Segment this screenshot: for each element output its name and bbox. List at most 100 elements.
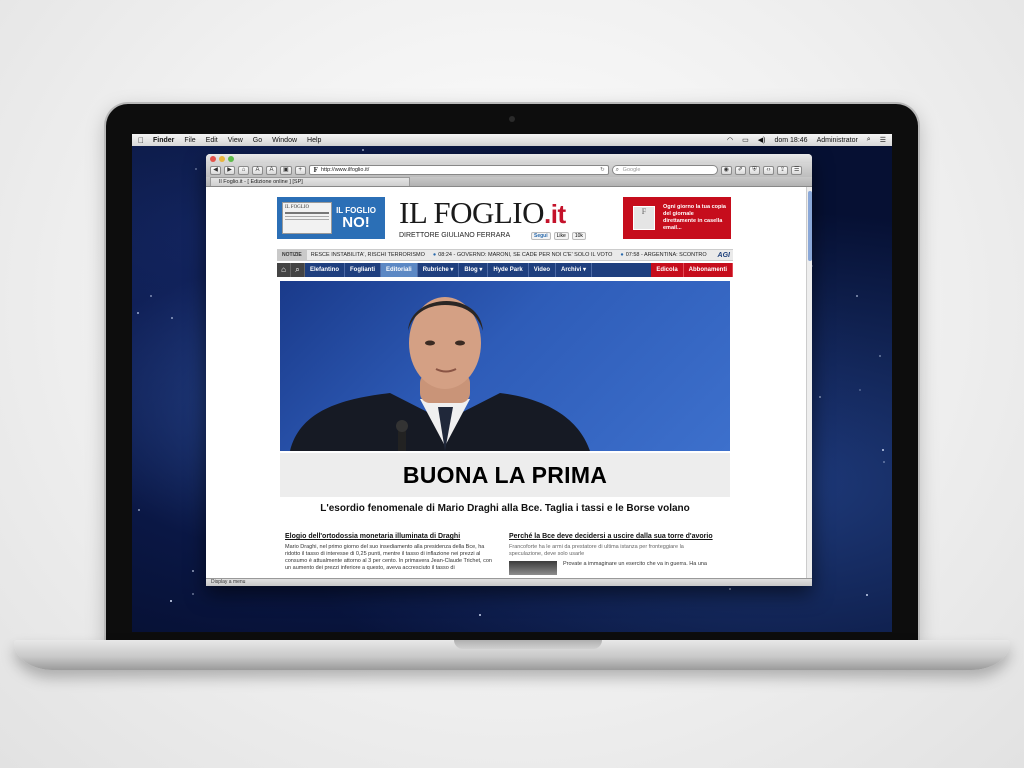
envelope-icon: F	[633, 206, 655, 230]
search-input[interactable]: Google	[611, 165, 718, 175]
menu-go[interactable]: Go	[253, 137, 262, 144]
nav-video[interactable]: Video	[529, 263, 556, 277]
home-icon[interactable]: ⌂	[238, 165, 249, 175]
close-button[interactable]	[210, 156, 216, 162]
star	[171, 317, 174, 320]
zoom-button[interactable]	[228, 156, 234, 162]
star	[169, 599, 172, 602]
tab-ilfoglio[interactable]: Il Foglio.it - [ Edizione online ] [SP]	[210, 177, 410, 186]
page-viewport: IL FOGLIO IL FOGLIO NO! IL FOGLIO.it DIR…	[206, 187, 806, 578]
menu-window[interactable]: Window	[272, 137, 297, 144]
menu-finder[interactable]: Finder	[153, 137, 174, 144]
ad-right-text: Ogni giorno la tua copia del giornale di…	[663, 204, 726, 231]
article-right-title[interactable]: Perché la Bce deve decidersi a uscire da…	[509, 533, 717, 541]
forward-button[interactable]: ▶	[224, 165, 235, 175]
share-icon[interactable]: ⇪	[776, 165, 788, 175]
ticker-item[interactable]: ● 08:24 - GOVERNO: MARONI, SE CADE PER NO…	[433, 252, 613, 258]
ad-subscribe-email[interactable]: F Ogni giorno la tua copia del giornale …	[623, 197, 731, 239]
list-icon[interactable]: ☰	[880, 136, 886, 144]
nav-elefantino[interactable]: Elefantino	[305, 263, 346, 277]
star	[192, 593, 195, 596]
menu-file[interactable]: File	[184, 137, 195, 144]
settings-icon[interactable]: ☰	[790, 165, 803, 175]
article-left: Elogio dell'ortodossia monetaria illumin…	[285, 533, 493, 572]
star	[866, 593, 869, 596]
url-text: http://www.ilfoglio.it/	[320, 167, 370, 173]
address-bar[interactable]: F http://www.ilfoglio.it/ ↻	[308, 165, 609, 175]
ticker-item[interactable]: ● 07:58 - ARGENTINA: SCONTRO	[620, 252, 706, 258]
add-bookmark-button[interactable]: +	[294, 165, 306, 175]
main-subhead[interactable]: L'esordio fenomenale di Mario Draghi all…	[280, 503, 730, 514]
follow-button[interactable]: Segui	[531, 232, 551, 240]
menu-help[interactable]: Help	[307, 137, 321, 144]
trackpad-notch	[454, 640, 602, 649]
logo-ext: .it	[544, 199, 566, 229]
search-icon[interactable]: ⌕	[291, 263, 305, 277]
ticker-text: 08:24 - GOVERNO: MARONI, SE CADE PER NOI…	[438, 252, 613, 258]
stamp-letter: F	[641, 207, 647, 216]
nav-blog[interactable]: Blog ▾	[459, 263, 489, 277]
star	[194, 167, 197, 170]
menu-view[interactable]: View	[228, 137, 243, 144]
nav-edicola[interactable]: Edicola	[651, 263, 684, 277]
star	[859, 389, 862, 392]
nav-hyde-park[interactable]: Hyde Park	[488, 263, 529, 277]
article-right-summary: Francoforte ha le armi da prestatore di …	[509, 544, 684, 557]
laptop-lid:  Finder File Edit View Go Window Help ◠…	[106, 104, 918, 644]
webcam	[509, 116, 515, 122]
nav-archivi[interactable]: Archivi ▾	[556, 263, 593, 277]
spotlight-icon[interactable]: ⌕	[867, 136, 871, 144]
clock[interactable]: dom 18:46	[774, 137, 807, 144]
portrait-illustration	[290, 297, 590, 451]
nav-foglianti[interactable]: Foglianti	[345, 263, 382, 277]
star	[138, 509, 141, 512]
article-left-title[interactable]: Elogio dell'ortodossia monetaria illumin…	[285, 533, 493, 541]
window-controls	[210, 156, 234, 162]
hero-photo[interactable]	[280, 281, 730, 451]
text-bigger-button[interactable]: A	[266, 165, 277, 175]
menu-edit[interactable]: Edit	[206, 137, 218, 144]
extension-icon[interactable]: ✐	[734, 165, 746, 175]
like-button[interactable]: Like	[553, 232, 569, 240]
ticker-item[interactable]: RESCE INSTABILITA', RISCHI TERRORISMO	[311, 252, 425, 258]
screenshot-icon[interactable]: ▣	[280, 165, 292, 175]
main-headline[interactable]: BUONA LA PRIMA	[280, 453, 730, 497]
star	[362, 148, 365, 151]
star	[191, 569, 194, 572]
volume-icon[interactable]: ◀)	[758, 136, 766, 144]
apple-menu-icon[interactable]: 	[138, 136, 144, 145]
nav-spacer	[592, 263, 651, 277]
main-nav: ⌂ ⌕ Elefantino Foglianti Editoriali Rubr…	[277, 263, 733, 277]
code-icon[interactable]: ‹›	[762, 165, 774, 175]
reload-icon[interactable]: ↻	[600, 166, 605, 174]
display-icon[interactable]: ▭	[742, 136, 749, 144]
nav-rubriche[interactable]: Rubriche ▾	[418, 263, 460, 277]
newspaper-thumbnail: IL FOGLIO	[282, 202, 332, 234]
newspaper-thumb-label: IL FOGLIO	[285, 205, 310, 210]
nav-editoriali[interactable]: Editoriali	[381, 263, 418, 277]
scrollbar-thumb[interactable]	[808, 191, 812, 261]
news-ticker: NOTIZIE RESCE INSTABILITA', RISCHI TERRO…	[277, 249, 733, 261]
wifi-icon[interactable]: ◠	[727, 136, 733, 144]
paper-line	[285, 219, 329, 220]
minimize-button[interactable]	[219, 156, 225, 162]
stop-icon[interactable]: ◉	[720, 165, 732, 175]
ad-il-foglio-no[interactable]: IL FOGLIO IL FOGLIO NO!	[277, 197, 385, 239]
vertical-scrollbar[interactable]	[806, 187, 812, 578]
star	[479, 613, 482, 616]
search-placeholder: Google	[622, 167, 641, 173]
ticker-label: NOTIZIE	[277, 250, 307, 260]
article-thumbnail[interactable]	[509, 561, 557, 575]
back-button[interactable]: ◀	[210, 165, 221, 175]
text-smaller-button[interactable]: A	[252, 165, 263, 175]
bullet-icon: ●	[620, 252, 624, 258]
shield-icon[interactable]: ⛨	[748, 165, 760, 175]
user-menu[interactable]: Administrator	[817, 137, 858, 144]
ad-line2: NO!	[342, 213, 370, 231]
nav-abbonamenti[interactable]: Abbonamenti	[683, 263, 733, 277]
home-icon[interactable]: ⌂	[277, 263, 291, 277]
star	[728, 587, 731, 590]
site-logo[interactable]: IL FOGLIO.it DIRETTORE GIULIANO FERRARA	[399, 197, 619, 240]
social-buttons: Segui Like 10k	[531, 232, 586, 240]
window-titlebar[interactable]	[206, 154, 812, 163]
